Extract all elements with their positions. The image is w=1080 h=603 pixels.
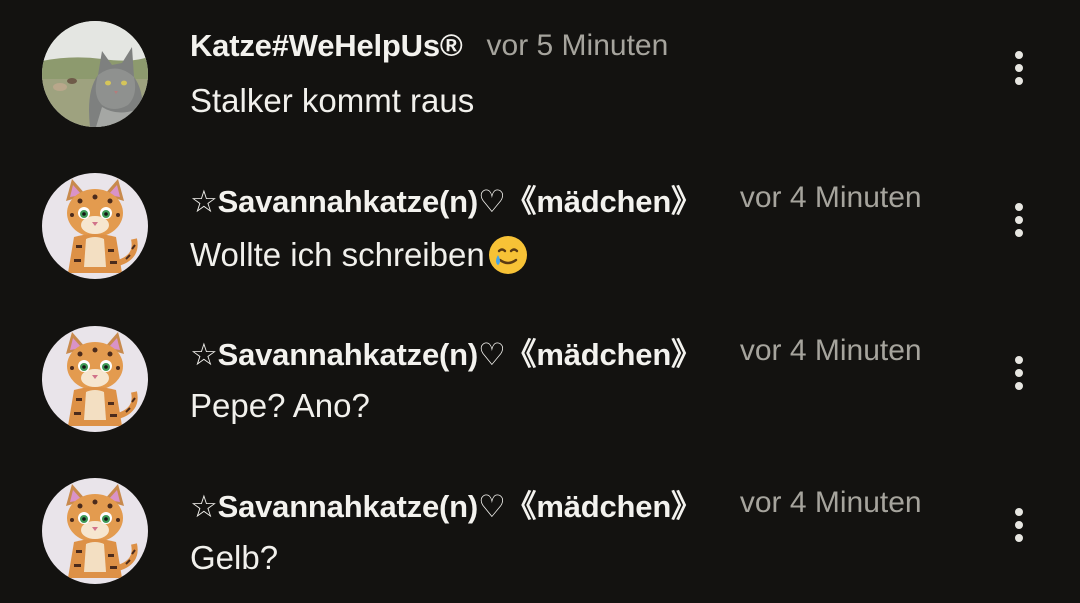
cartoon-leopard-cat <box>42 326 148 432</box>
comment-text: Stalker kommt raus <box>190 82 474 120</box>
more-vertical-icon[interactable] <box>1000 190 1038 250</box>
timestamp: vor 4 Minuten <box>739 181 922 214</box>
comment-text: Wollte ich schreiben <box>190 234 529 276</box>
comment-header: ☆Savannahkatze(n)♡《mädchen》 vor 4 Minute… <box>190 329 922 374</box>
smiling-face-with-tear-emoji <box>487 234 529 276</box>
more-vertical-icon[interactable] <box>1000 495 1038 555</box>
timestamp: vor 4 Minuten <box>739 334 922 367</box>
gray-cat-photo <box>42 21 148 127</box>
more-vertical-icon[interactable] <box>1000 343 1038 403</box>
comment-text-content: Wollte ich schreiben <box>190 236 485 273</box>
timestamp: vor 4 Minuten <box>739 486 922 519</box>
comment-text-content: Gelb? <box>190 539 279 576</box>
comment-header: ☆Savannahkatze(n)♡《mädchen》 vor 4 Minute… <box>190 176 922 221</box>
avatar[interactable] <box>42 326 148 432</box>
author-name[interactable]: ☆Savannahkatze(n)♡《mädchen》 <box>190 481 702 526</box>
comment-list: Katze#WeHelpUs® vor 5 Minuten Stalker ko… <box>0 0 1080 603</box>
comment-item: ☆Savannahkatze(n)♡《mädchen》 vor 4 Minute… <box>0 152 1080 302</box>
comment-text: Gelb? <box>190 539 278 577</box>
comment-text-content: Pepe? Ano? <box>190 387 370 424</box>
avatar[interactable] <box>42 173 148 279</box>
author-name[interactable]: Katze#WeHelpUs® <box>190 28 463 64</box>
comment-header: Katze#WeHelpUs® vor 5 Minuten <box>190 26 668 66</box>
comment-header: ☆Savannahkatze(n)♡《mädchen》 vor 4 Minute… <box>190 481 922 526</box>
timestamp: vor 5 Minuten <box>486 29 669 62</box>
cartoon-leopard-cat <box>42 478 148 584</box>
avatar[interactable] <box>42 21 148 127</box>
cartoon-leopard-cat <box>42 173 148 279</box>
comment-item: ☆Savannahkatze(n)♡《mädchen》 vor 4 Minute… <box>0 457 1080 603</box>
author-name[interactable]: ☆Savannahkatze(n)♡《mädchen》 <box>190 176 702 221</box>
avatar[interactable] <box>42 478 148 584</box>
comment-text-content: Stalker kommt raus <box>190 82 475 119</box>
comment-item: Katze#WeHelpUs® vor 5 Minuten Stalker ko… <box>0 0 1080 150</box>
comment-item: ☆Savannahkatze(n)♡《mädchen》 vor 4 Minute… <box>0 305 1080 455</box>
comment-text: Pepe? Ano? <box>190 387 370 425</box>
author-name[interactable]: ☆Savannahkatze(n)♡《mädchen》 <box>190 329 702 374</box>
more-vertical-icon[interactable] <box>1000 38 1038 98</box>
